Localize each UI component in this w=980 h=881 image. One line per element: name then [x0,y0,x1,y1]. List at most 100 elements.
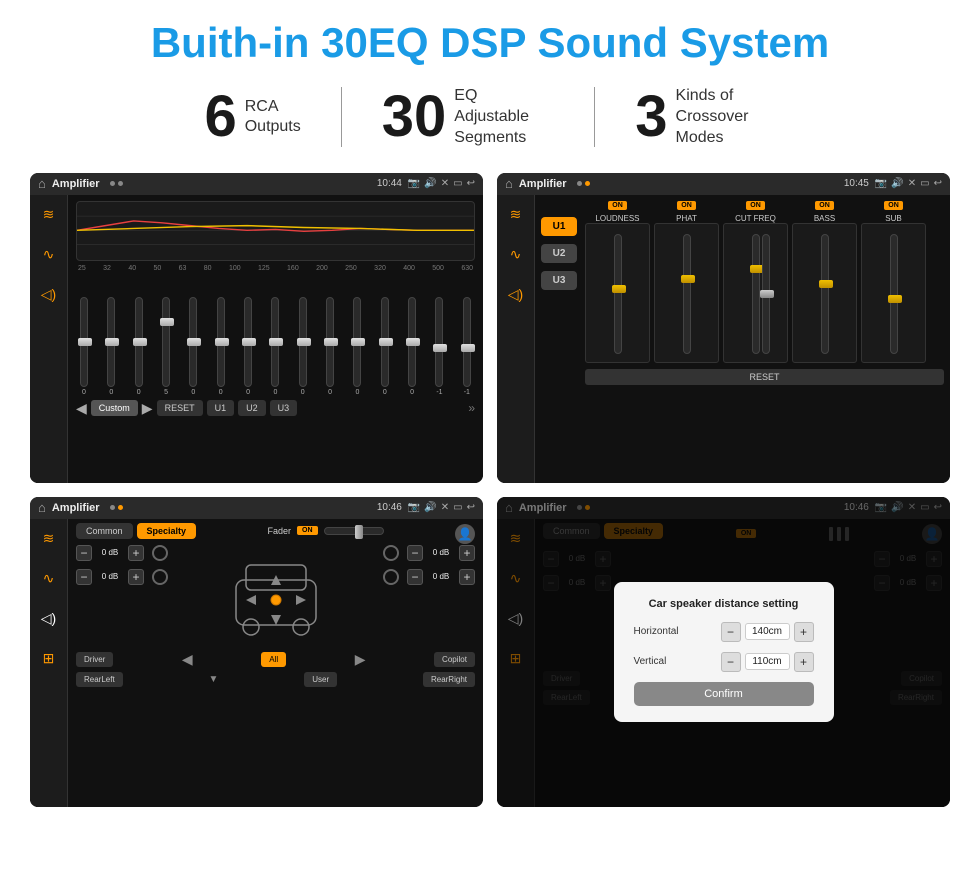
speaker-icon-3[interactable]: ◁) [37,607,61,631]
vol-minus-1[interactable]: − [76,545,92,561]
expand-icon-3[interactable]: ⊞ [37,647,61,671]
back-icon-3: ↩ [467,502,475,513]
reset-btn-1[interactable]: RESET [157,400,203,416]
screen3-body: ≋ ∿ ◁) ⊞ Common Specialty Fader ON [30,519,483,807]
eq-icon-3[interactable]: ≋ [37,527,61,551]
window-icon-2: ▭ [920,178,929,189]
sub-col: ON SUB [861,201,926,363]
vol-display-2: 0 dB [96,572,124,581]
dialog-horizontal-row: Horizontal − 140cm + [634,622,814,642]
reset-btn-2[interactable]: RESET [585,369,944,385]
horizontal-minus[interactable]: − [721,622,741,642]
vol-plus-4[interactable]: + [459,569,475,585]
vertical-ctrl: − 110cm + [721,652,814,672]
speaker-icon-2[interactable]: ◁) [504,283,528,307]
wave-icon[interactable]: ∿ [37,243,61,267]
rearright-btn-3[interactable]: RearRight [423,672,475,687]
u2-btn[interactable]: U2 [541,244,577,263]
user-icon-3[interactable]: 👤 [455,524,475,544]
screen2-dots [577,181,590,186]
rearleft-btn-3[interactable]: RearLeft [76,672,123,687]
car-diagram [176,545,375,645]
arrow-left-3[interactable]: ◀ [182,651,193,668]
u1-btn-1[interactable]: U1 [207,400,235,416]
screen1-title: Amplifier [52,178,100,190]
speaker-main: Common Specialty Fader ON 👤 [68,519,483,807]
vol-display-4: 0 dB [427,572,455,581]
dot6-orange [118,505,123,510]
prev-btn[interactable]: ◀ [76,400,87,417]
speaker-top-row: Common Specialty Fader ON 👤 [76,523,475,545]
fader-on[interactable]: ON [297,526,318,535]
u3-btn-1[interactable]: U3 [270,400,298,416]
home-icon-3[interactable]: ⌂ [38,500,46,515]
vol-plus-3[interactable]: + [459,545,475,561]
crossover-layout: U1 U2 U3 ON LOUDNESS [535,195,950,483]
screen2-body: ≋ ∿ ◁) U1 U2 U3 ON [497,195,950,483]
eq-icon[interactable]: ≋ [37,203,61,227]
wave-icon-2[interactable]: ∿ [504,243,528,267]
stat-rca-label: RCAOutputs [245,97,301,139]
home-icon-1[interactable]: ⌂ [38,176,46,191]
tab-specialty-3[interactable]: Specialty [137,523,197,539]
camera-icon-2: 📷 [875,178,887,189]
u-buttons-col: U1 U2 U3 [541,217,577,477]
cutfreq-col: ON CUT FREQ [723,201,788,363]
crossover-cols: ON LOUDNESS ON PHAT [585,201,944,363]
copilot-btn-3[interactable]: Copilot [434,652,475,667]
dialog-overlay: Car speaker distance setting Horizontal … [497,497,950,807]
u2-btn-1[interactable]: U2 [238,400,266,416]
vol-row-2: − 0 dB + [76,569,168,585]
dialog-vertical-row: Vertical − 110cm + [634,652,814,672]
slider-col-13: 0 [408,297,416,396]
vol-minus-2[interactable]: − [76,569,92,585]
tab-common-3[interactable]: Common [76,523,133,539]
custom-btn[interactable]: Custom [91,400,138,416]
slider-col-4: 5 [162,297,170,396]
page-title: Buith-in 30EQ DSP Sound System [30,20,950,66]
screen1-status-icons: 📷 🔊 ✕ ▭ ↩ [408,178,475,189]
arrow-right-3[interactable]: ▶ [355,651,366,668]
vol-row-3: − 0 dB + [383,545,475,561]
wave-icon-3[interactable]: ∿ [37,567,61,591]
screen3-title: Amplifier [52,502,100,514]
stat-crossover-label: Kinds ofCrossover Modes [676,86,776,148]
horizontal-label: Horizontal [634,626,679,637]
fader-slider[interactable] [324,527,384,535]
dot2 [118,181,123,186]
slider-col-8: 0 [271,297,279,396]
slider-col-10: 0 [326,297,334,396]
window-icon-3: ▭ [453,502,462,513]
confirm-button[interactable]: Confirm [634,682,814,706]
dot5 [110,505,115,510]
vol-plus-2[interactable]: + [128,569,144,585]
speaker-diagram-area: − 0 dB + − 0 dB + [76,545,475,645]
user-btn-3[interactable]: User [304,672,337,687]
play-btn[interactable]: ▶ [142,400,153,417]
status-bar-1: ⌂ Amplifier 10:44 📷 🔊 ✕ ▭ ↩ [30,173,483,195]
u1-btn[interactable]: U1 [541,217,577,236]
all-btn-3[interactable]: All [261,652,286,667]
arrow-down-3[interactable]: ▼ [209,674,219,685]
stat-rca-number: 6 [204,88,236,146]
vol-row-4: − 0 dB + [383,569,475,585]
vol-minus-4[interactable]: − [407,569,423,585]
vol-row-1: − 0 dB + [76,545,168,561]
camera-icon-3: 📷 [408,502,420,513]
vol-plus-1[interactable]: + [128,545,144,561]
eq-sliders: 0 0 0 5 0 0 0 0 0 0 0 0 0 -1 -1 [76,276,475,396]
driver-btn-3[interactable]: Driver [76,652,113,667]
u3-btn[interactable]: U3 [541,271,577,290]
vol-minus-3[interactable]: − [407,545,423,561]
horizontal-plus[interactable]: + [794,622,814,642]
left-sidebar-3: ≋ ∿ ◁) ⊞ [30,519,68,807]
more-icon[interactable]: » [468,401,475,415]
window-icon-1: ▭ [453,178,462,189]
home-icon-2[interactable]: ⌂ [505,176,513,191]
eq-main: 253240506380100125160200250320400500630 … [68,195,483,483]
eq-icon-2[interactable]: ≋ [504,203,528,227]
vertical-plus[interactable]: + [794,652,814,672]
slider-col-14: -1 [435,297,443,396]
speaker-icon[interactable]: ◁) [37,283,61,307]
vertical-minus[interactable]: − [721,652,741,672]
